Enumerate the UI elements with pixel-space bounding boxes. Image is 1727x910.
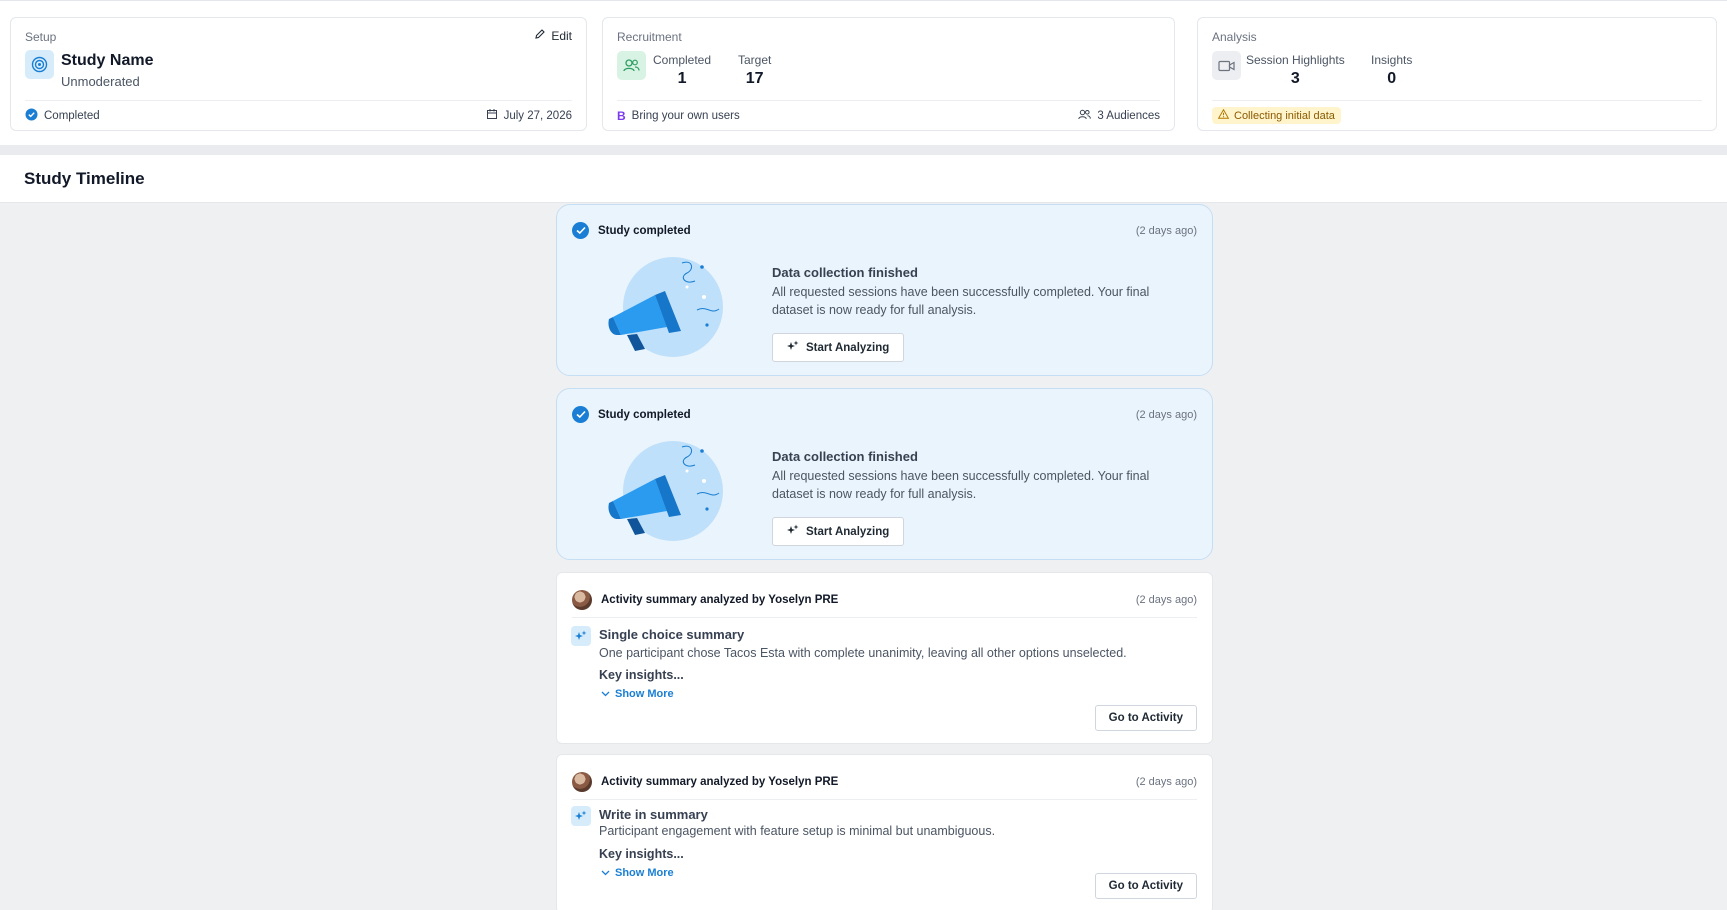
event-body-text: All requested sessions have been success…: [772, 285, 1150, 317]
event-time: (2 days ago): [1135, 224, 1197, 237]
chevron-down-icon: [601, 688, 610, 700]
setup-footer: Completed July 27, 2026: [25, 100, 572, 122]
sparkle-icon: [571, 626, 591, 646]
event-body-title: Data collection finished: [772, 449, 918, 464]
event-time: (2 days ago): [1135, 776, 1197, 788]
summary-divider: [0, 145, 1727, 155]
insights-value: 0: [1387, 70, 1397, 87]
highlights-label: Session Highlights: [1246, 53, 1345, 67]
go-to-activity-button[interactable]: Go to Activity: [1094, 873, 1197, 899]
divider: [572, 617, 1197, 618]
summary-title: Single choice summary: [599, 627, 745, 642]
audience-icon: [1078, 109, 1092, 123]
setup-date: July 27, 2026: [503, 109, 572, 122]
insights-stat: Insights 0: [1371, 53, 1412, 88]
pencil-icon: [534, 28, 546, 43]
completed-label: Completed: [653, 53, 712, 67]
analysis-footer: Collecting initial data: [1212, 100, 1702, 124]
check-circle-icon: [25, 108, 38, 124]
chevron-down-icon: [601, 867, 610, 879]
setup-card: Setup Edit Study Name Unmoderated Comple…: [10, 17, 587, 131]
audiences-count: 3 Audiences: [1097, 109, 1160, 122]
calendar-icon: [486, 108, 498, 123]
start-analyzing-button[interactable]: Start Analyzing: [772, 333, 905, 362]
go-to-activity-button[interactable]: Go to Activity: [1094, 705, 1197, 731]
summary-title: Write in summary: [599, 807, 708, 822]
timeline-event-activity: Activity summary analyzed by Yoselyn PRE…: [556, 572, 1213, 744]
target-value: 17: [745, 70, 764, 87]
recruitment-label: Recruitment: [617, 30, 682, 44]
start-analyzing-label: Start Analyzing: [806, 525, 890, 538]
status-badge: Collecting initial data: [1212, 107, 1341, 124]
event-time: (2 days ago): [1135, 408, 1197, 421]
event-title: Activity summary analyzed by Yoselyn PRE: [601, 594, 839, 606]
megaphone-illustration: [607, 255, 727, 360]
timeline-event-activity: Activity summary analyzed by Yoselyn PRE…: [556, 754, 1213, 910]
timeline-event-completed: Study completed (2 days ago) Data collec…: [556, 204, 1213, 376]
insights-label: Insights: [1371, 53, 1413, 67]
completed-stat: Completed 1: [653, 53, 711, 88]
summary-text: One participant chose Tacos Esta with co…: [599, 646, 1127, 660]
timeline-event-completed: Study completed (2 days ago) Data collec…: [556, 388, 1213, 560]
event-time: (2 days ago): [1135, 594, 1197, 606]
show-more-label: Show More: [615, 688, 674, 700]
analysis-label: Analysis: [1212, 30, 1257, 44]
edit-label: Edit: [551, 28, 572, 43]
highlights-value: 3: [1290, 70, 1300, 87]
timeline-header: Study Timeline: [0, 155, 1727, 203]
users-icon: [617, 51, 646, 80]
sparkle-icon: [571, 806, 591, 826]
target-label: Target: [738, 53, 772, 67]
event-title: Study completed: [598, 224, 691, 237]
check-circle-icon: [572, 222, 589, 239]
start-analyzing-label: Start Analyzing: [806, 341, 890, 354]
analysis-status: Collecting initial data: [1234, 109, 1335, 122]
edit-button[interactable]: Edit: [534, 28, 572, 43]
page-title: Study Timeline: [24, 169, 145, 188]
key-insights: Key insights...: [599, 668, 684, 682]
show-more-link[interactable]: Show More: [601, 867, 674, 879]
recruitment-source: Bring your own users: [631, 109, 740, 122]
sparkle-icon: [787, 340, 799, 355]
show-more-link[interactable]: Show More: [601, 688, 674, 700]
recruitment-footer: B Bring your own users 3 Audiences: [617, 100, 1160, 123]
avatar: [572, 590, 592, 610]
recruitment-card: Recruitment Completed 1 Target 17 B Brin…: [602, 17, 1175, 131]
summary-text: Participant engagement with feature setu…: [599, 824, 996, 838]
completed-value: 1: [677, 70, 687, 87]
event-title: Activity summary analyzed by Yoselyn PRE: [601, 776, 839, 788]
setup-label: Setup: [25, 30, 57, 44]
setup-status: Completed: [44, 109, 100, 122]
megaphone-illustration: [607, 439, 727, 544]
study-name: Study Name: [61, 52, 154, 69]
show-more-label: Show More: [615, 867, 674, 879]
event-body-title: Data collection finished: [772, 265, 918, 280]
study-type: Unmoderated: [61, 74, 140, 89]
event-body-text: All requested sessions have been success…: [772, 469, 1150, 501]
warning-icon: [1217, 108, 1230, 122]
target-icon: [25, 50, 54, 79]
avatar: [572, 772, 592, 792]
start-analyzing-button[interactable]: Start Analyzing: [772, 517, 905, 546]
key-insights: Key insights...: [599, 847, 684, 861]
video-icon: [1212, 51, 1241, 80]
event-title: Study completed: [598, 408, 691, 421]
audiences-link[interactable]: 3 Audiences: [1078, 109, 1160, 123]
summary-bar: Setup Edit Study Name Unmoderated Comple…: [0, 0, 1727, 145]
check-circle-icon: [572, 406, 589, 423]
byou-badge-icon: B: [617, 108, 626, 123]
highlights-stat: Session Highlights 3: [1246, 53, 1345, 88]
analysis-card: Analysis Session Highlights 3 Insights 0…: [1197, 17, 1717, 131]
divider: [572, 799, 1197, 800]
target-stat: Target 17: [738, 53, 771, 88]
sparkle-icon: [787, 524, 799, 539]
